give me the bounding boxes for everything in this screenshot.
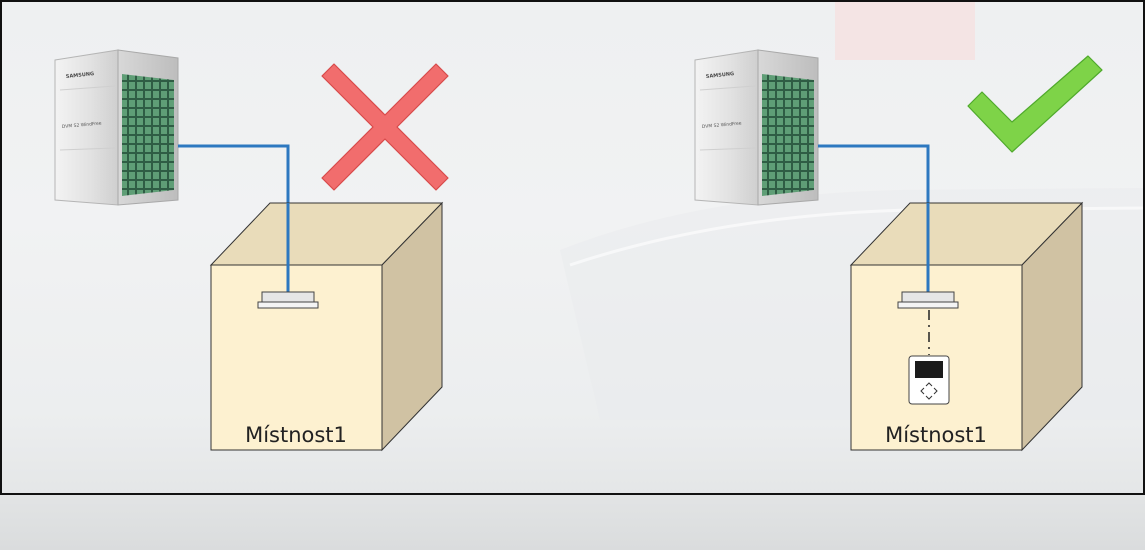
diagram-frame	[0, 0, 1145, 495]
diagram-canvas: SAMSUNG DVM S2 WindFree Místnost1 SAMSUN…	[0, 0, 1145, 550]
